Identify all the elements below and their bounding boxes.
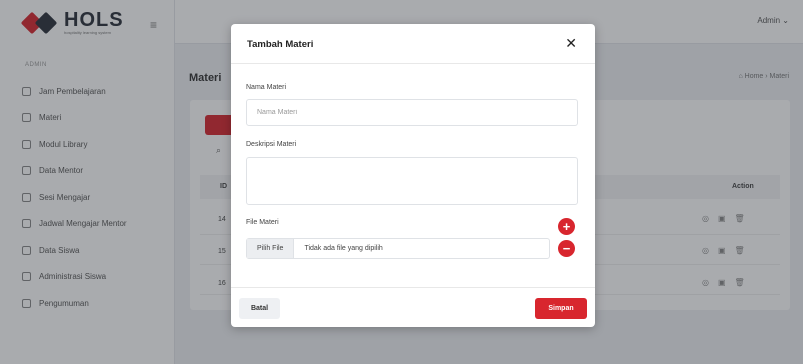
minus-circle-icon[interactable]: − [558, 240, 575, 257]
file-input[interactable]: Pilih File Tidak ada file yang dipilih [246, 238, 550, 259]
tambah-materi-modal: Tambah Materi ✕ Nama Materi Deskripsi Ma… [231, 24, 595, 327]
file-status-text: Tidak ada file yang dipilih [304, 245, 383, 252]
nama-materi-input[interactable] [247, 100, 577, 125]
modal-footer: Batal Simpan [231, 287, 595, 327]
close-icon[interactable]: ✕ [565, 36, 577, 50]
cancel-button[interactable]: Batal [239, 298, 280, 319]
nama-materi-field-wrapper [246, 99, 578, 126]
save-button[interactable]: Simpan [535, 298, 587, 319]
choose-file-button[interactable]: Pilih File [247, 239, 295, 258]
modal-header: Tambah Materi ✕ [231, 24, 595, 64]
deskripsi-materi-field-wrapper [246, 157, 578, 205]
deskripsi-materi-label: Deskripsi Materi [246, 141, 297, 148]
deskripsi-materi-textarea[interactable] [247, 158, 577, 204]
modal-title: Tambah Materi [247, 39, 314, 50]
nama-materi-label: Nama Materi [246, 84, 287, 91]
plus-circle-icon[interactable]: + [558, 218, 575, 235]
file-materi-label: File Materi [246, 219, 279, 226]
